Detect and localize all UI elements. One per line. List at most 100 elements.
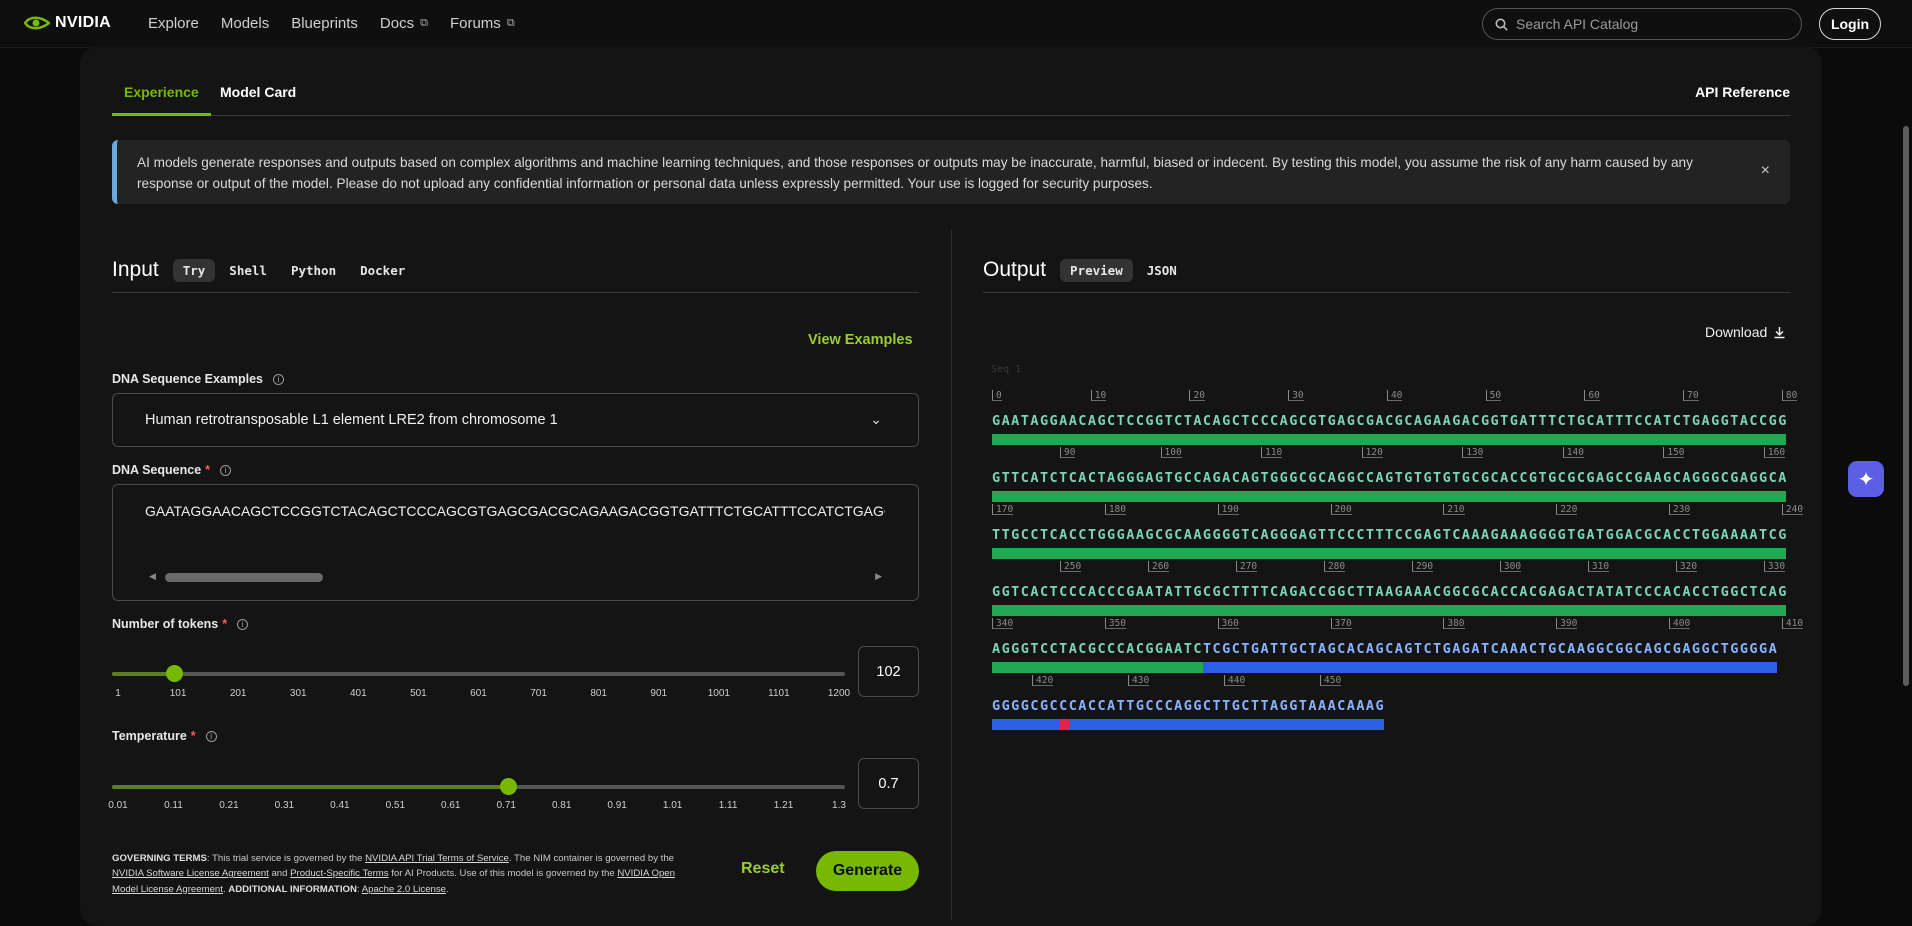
- horizontal-scrollbar[interactable]: [165, 573, 323, 582]
- input-header-rule: [112, 292, 919, 293]
- position-tick: 300: [1499, 561, 1522, 572]
- position-tick: 420: [1032, 675, 1054, 686]
- position-tick: 220: [1556, 504, 1578, 515]
- position-tick: 70: [1683, 390, 1699, 401]
- slider-tick-label: 0.11: [164, 800, 183, 811]
- input-header: Input Try Shell Python Docker: [112, 258, 415, 282]
- dna-examples-label: DNA Sequence Examples i: [112, 372, 284, 386]
- sequence-line: 420 430 440 450 GGGGCGCCCACCATTGCCCAGGCTTGCT…: [992, 671, 1772, 730]
- product-terms-link[interactable]: Product-Specific Terms: [290, 868, 388, 879]
- position-tick: 260: [1147, 561, 1170, 572]
- nav-blueprints[interactable]: Blueprints: [291, 15, 358, 32]
- prompt-bases: TTGCCTCACCTGGGAAGCGCAAGGGGTCAGGGAGTTCCCT…: [992, 527, 1788, 543]
- position-tick: 330: [1763, 561, 1786, 572]
- assistant-icon[interactable]: ✦: [1848, 461, 1884, 497]
- slider-tick-label: 0.41: [330, 800, 350, 811]
- position-tick: 100: [1160, 447, 1182, 458]
- page-scrollbar[interactable]: [1903, 126, 1909, 686]
- tab-model-card[interactable]: Model Card: [208, 84, 308, 115]
- slider-tick-label: 901: [650, 688, 668, 699]
- position-tick: 140: [1562, 447, 1584, 458]
- position-tick: 340: [992, 618, 1014, 629]
- trial-terms-link[interactable]: NVIDIA API Trial Terms of Service: [365, 853, 509, 864]
- mode-shell[interactable]: Shell: [219, 259, 277, 282]
- external-link-icon: ⧉: [420, 17, 428, 29]
- info-icon[interactable]: i: [272, 373, 284, 385]
- mode-try[interactable]: Try: [172, 258, 216, 282]
- nav-explore[interactable]: Explore: [148, 15, 199, 32]
- position-tick: 320: [1675, 561, 1698, 572]
- dna-examples-value: Human retrotransposable L1 element LRE2 …: [145, 412, 558, 428]
- nav-forums[interactable]: Forums ⧉: [450, 15, 515, 32]
- apache-license-link[interactable]: Apache 2.0 License: [362, 884, 446, 895]
- dna-examples-label-text: DNA Sequence Examples: [112, 372, 263, 386]
- view-examples-link[interactable]: View Examples: [808, 332, 913, 348]
- tokens-value-input[interactable]: 102: [858, 646, 919, 697]
- position-tick: 150: [1663, 447, 1685, 458]
- position-tick: 230: [1669, 504, 1691, 515]
- sequence-ticks: 420 430 440 450: [992, 671, 1772, 691]
- info-icon[interactable]: i: [220, 464, 232, 476]
- position-tick: 0: [992, 390, 1002, 401]
- nvidia-logo[interactable]: NVIDIA: [24, 14, 111, 32]
- tab-experience[interactable]: Experience: [112, 84, 211, 116]
- mode-preview[interactable]: Preview: [1060, 258, 1133, 282]
- sequence-text: GGGGCGCCCACCATTGCCCAGGCTTGCTTAGGTAAACAAA…: [992, 698, 1385, 714]
- close-icon[interactable]: ×: [1761, 160, 1770, 181]
- page-tabs: Experience Model Card API Reference: [112, 84, 1790, 116]
- search-input[interactable]: Search API Catalog: [1482, 8, 1802, 40]
- position-tick: 440: [1224, 675, 1246, 686]
- sequence-line: 250 260 270 280 290 300 310 320 330 GGTCACTCCCACC…: [992, 557, 1786, 616]
- info-icon[interactable]: i: [205, 730, 217, 742]
- tokens-slider[interactable]: [112, 665, 845, 682]
- software-license-link[interactable]: NVIDIA Software License Agreement: [112, 868, 269, 879]
- sequence-text: GAATAGGAACAGCTCCGGTCTACAGCTCCCAGCGTGAGCG…: [992, 413, 1788, 429]
- position-tick: 250: [1060, 561, 1082, 572]
- reset-button[interactable]: Reset: [741, 860, 785, 878]
- position-tick: 380: [1443, 618, 1465, 629]
- sequence-line: 340 350 360 370 380 390 400 410 AGGGTCCTACGCCCAC…: [992, 614, 1804, 673]
- download-button[interactable]: Download: [1705, 324, 1786, 340]
- slider-tick-label: 601: [470, 688, 487, 699]
- position-tick: 360: [1217, 618, 1239, 629]
- login-button[interactable]: Login: [1819, 8, 1881, 40]
- nvidia-eye-icon: [24, 16, 50, 30]
- dna-sequence-field[interactable]: GAATAGGAACAGCTCCGGTCTACAGCTCCCAGCGTGAGCG…: [112, 484, 919, 601]
- dna-examples-select[interactable]: Human retrotransposable L1 element LRE2 …: [112, 393, 919, 447]
- position-tick: 290: [1411, 561, 1434, 572]
- position-tick: 30: [1288, 390, 1304, 401]
- sequence-ticks: 340 350 360 370 380 390 400 410: [992, 614, 1804, 634]
- info-icon[interactable]: i: [237, 618, 249, 630]
- dna-sequence-value: GAATAGGAACAGCTCCGGTCTACAGCTCCCAGCGTGAGCG…: [145, 503, 885, 519]
- position-tick: 410: [1781, 618, 1804, 629]
- scroll-right-icon[interactable]: ▶: [875, 571, 882, 582]
- temperature-slider-handle[interactable]: [499, 778, 517, 795]
- temperature-slider[interactable]: [112, 778, 845, 795]
- slider-tick-label: 1101: [768, 688, 790, 699]
- mode-docker[interactable]: Docker: [350, 259, 415, 282]
- top-nav: NVIDIA Explore Models Blueprints Docs ⧉ F…: [0, 0, 1912, 48]
- temperature-value-input[interactable]: 0.7: [858, 758, 919, 809]
- slider-tick-label: 1.3: [832, 800, 846, 811]
- governing-label: GOVERNING TERMS: [112, 853, 207, 864]
- api-reference-link[interactable]: API Reference: [1695, 84, 1790, 100]
- scroll-left-icon[interactable]: ◀: [149, 571, 156, 582]
- sequence-ticks: 170 180 190 200 210 220 230 240: [992, 500, 1804, 520]
- nav-models[interactable]: Models: [221, 15, 269, 32]
- generated-bar-segment: [992, 719, 1059, 730]
- mode-python[interactable]: Python: [281, 259, 346, 282]
- position-tick: 310: [1587, 561, 1610, 572]
- position-tick: 60: [1584, 390, 1600, 401]
- temperature-label: Temperature * i: [112, 729, 217, 743]
- nav-forums-label: Forums: [449, 15, 501, 32]
- mode-json[interactable]: JSON: [1137, 259, 1187, 282]
- slider-tick-label: 801: [590, 688, 607, 699]
- sequence-bar: [992, 719, 1385, 730]
- generate-button[interactable]: Generate: [816, 851, 919, 891]
- nav-docs[interactable]: Docs ⧉: [380, 15, 428, 32]
- slider-tick-label: 0.01: [108, 800, 128, 811]
- position-tick: 390: [1556, 618, 1578, 629]
- output-title: Output: [983, 258, 1047, 281]
- sequence-viewer: 0 10 20 30 40 50 60 70 80 GAATAGGAACAGCTCCGGTCTAC…: [992, 386, 1804, 730]
- sequence-ticks: 250 260 270 280 290 300 310 320 330: [992, 557, 1786, 577]
